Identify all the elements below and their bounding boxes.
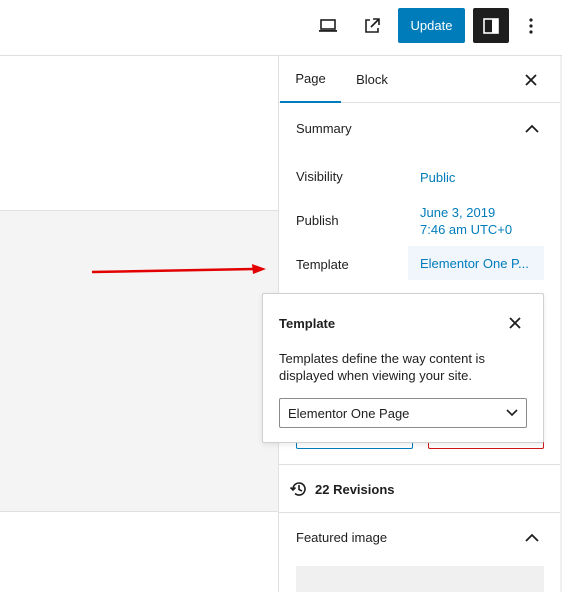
- visibility-value[interactable]: Public: [420, 169, 455, 186]
- featured-image-placeholder[interactable]: [296, 566, 544, 592]
- popover-title: Template: [279, 316, 336, 331]
- revisions-label: 22 Revisions: [315, 481, 395, 497]
- close-icon[interactable]: [503, 311, 527, 335]
- publish-date-value[interactable]: June 3, 2019 7:46 am UTC+0: [420, 204, 512, 238]
- popover-description: Templates define the way content is disp…: [279, 351, 485, 383]
- close-sidebar-icon[interactable]: [519, 68, 543, 92]
- red-arrow-annotation: [91, 264, 266, 274]
- template-label: Template: [296, 257, 349, 272]
- publish-time: 7:46 am UTC+0: [420, 222, 513, 237]
- chevron-up-icon[interactable]: [520, 116, 544, 140]
- publish-label: Publish: [296, 213, 339, 228]
- sidebar-tabs: Page Block: [279, 56, 560, 103]
- editor-page: Update Page Block Summary Visibility Pub…: [0, 0, 562, 592]
- chevron-up-icon[interactable]: [520, 525, 544, 549]
- external-link-icon[interactable]: [354, 8, 390, 44]
- revisions-link[interactable]: 22 Revisions: [289, 476, 395, 502]
- template-popover: Template Templates define the way conten…: [262, 293, 544, 443]
- tab-block[interactable]: Block: [341, 56, 403, 103]
- divider: [279, 464, 560, 465]
- summary-panel-title[interactable]: Summary: [296, 121, 352, 136]
- settings-sidebar-toggle[interactable]: [473, 8, 509, 43]
- template-select-value: Elementor One Page: [288, 405, 410, 421]
- template-value-button[interactable]: Elementor One P...: [408, 246, 544, 280]
- more-options-icon[interactable]: [513, 8, 549, 44]
- sidebar-toggle-icon: [483, 17, 499, 34]
- desktop-preview-icon[interactable]: [310, 8, 346, 44]
- history-icon: [289, 482, 306, 496]
- visibility-label: Visibility: [296, 169, 343, 184]
- publish-date: June 3, 2019: [420, 205, 496, 220]
- divider: [279, 512, 560, 513]
- chevron-down-icon: [504, 405, 520, 421]
- template-select[interactable]: Elementor One Page: [279, 398, 527, 428]
- top-toolbar: Update: [0, 0, 562, 56]
- featured-image-panel-title[interactable]: Featured image: [296, 530, 387, 545]
- update-button[interactable]: Update: [398, 8, 465, 43]
- tab-page[interactable]: Page: [280, 56, 341, 103]
- editor-canvas: [0, 210, 278, 512]
